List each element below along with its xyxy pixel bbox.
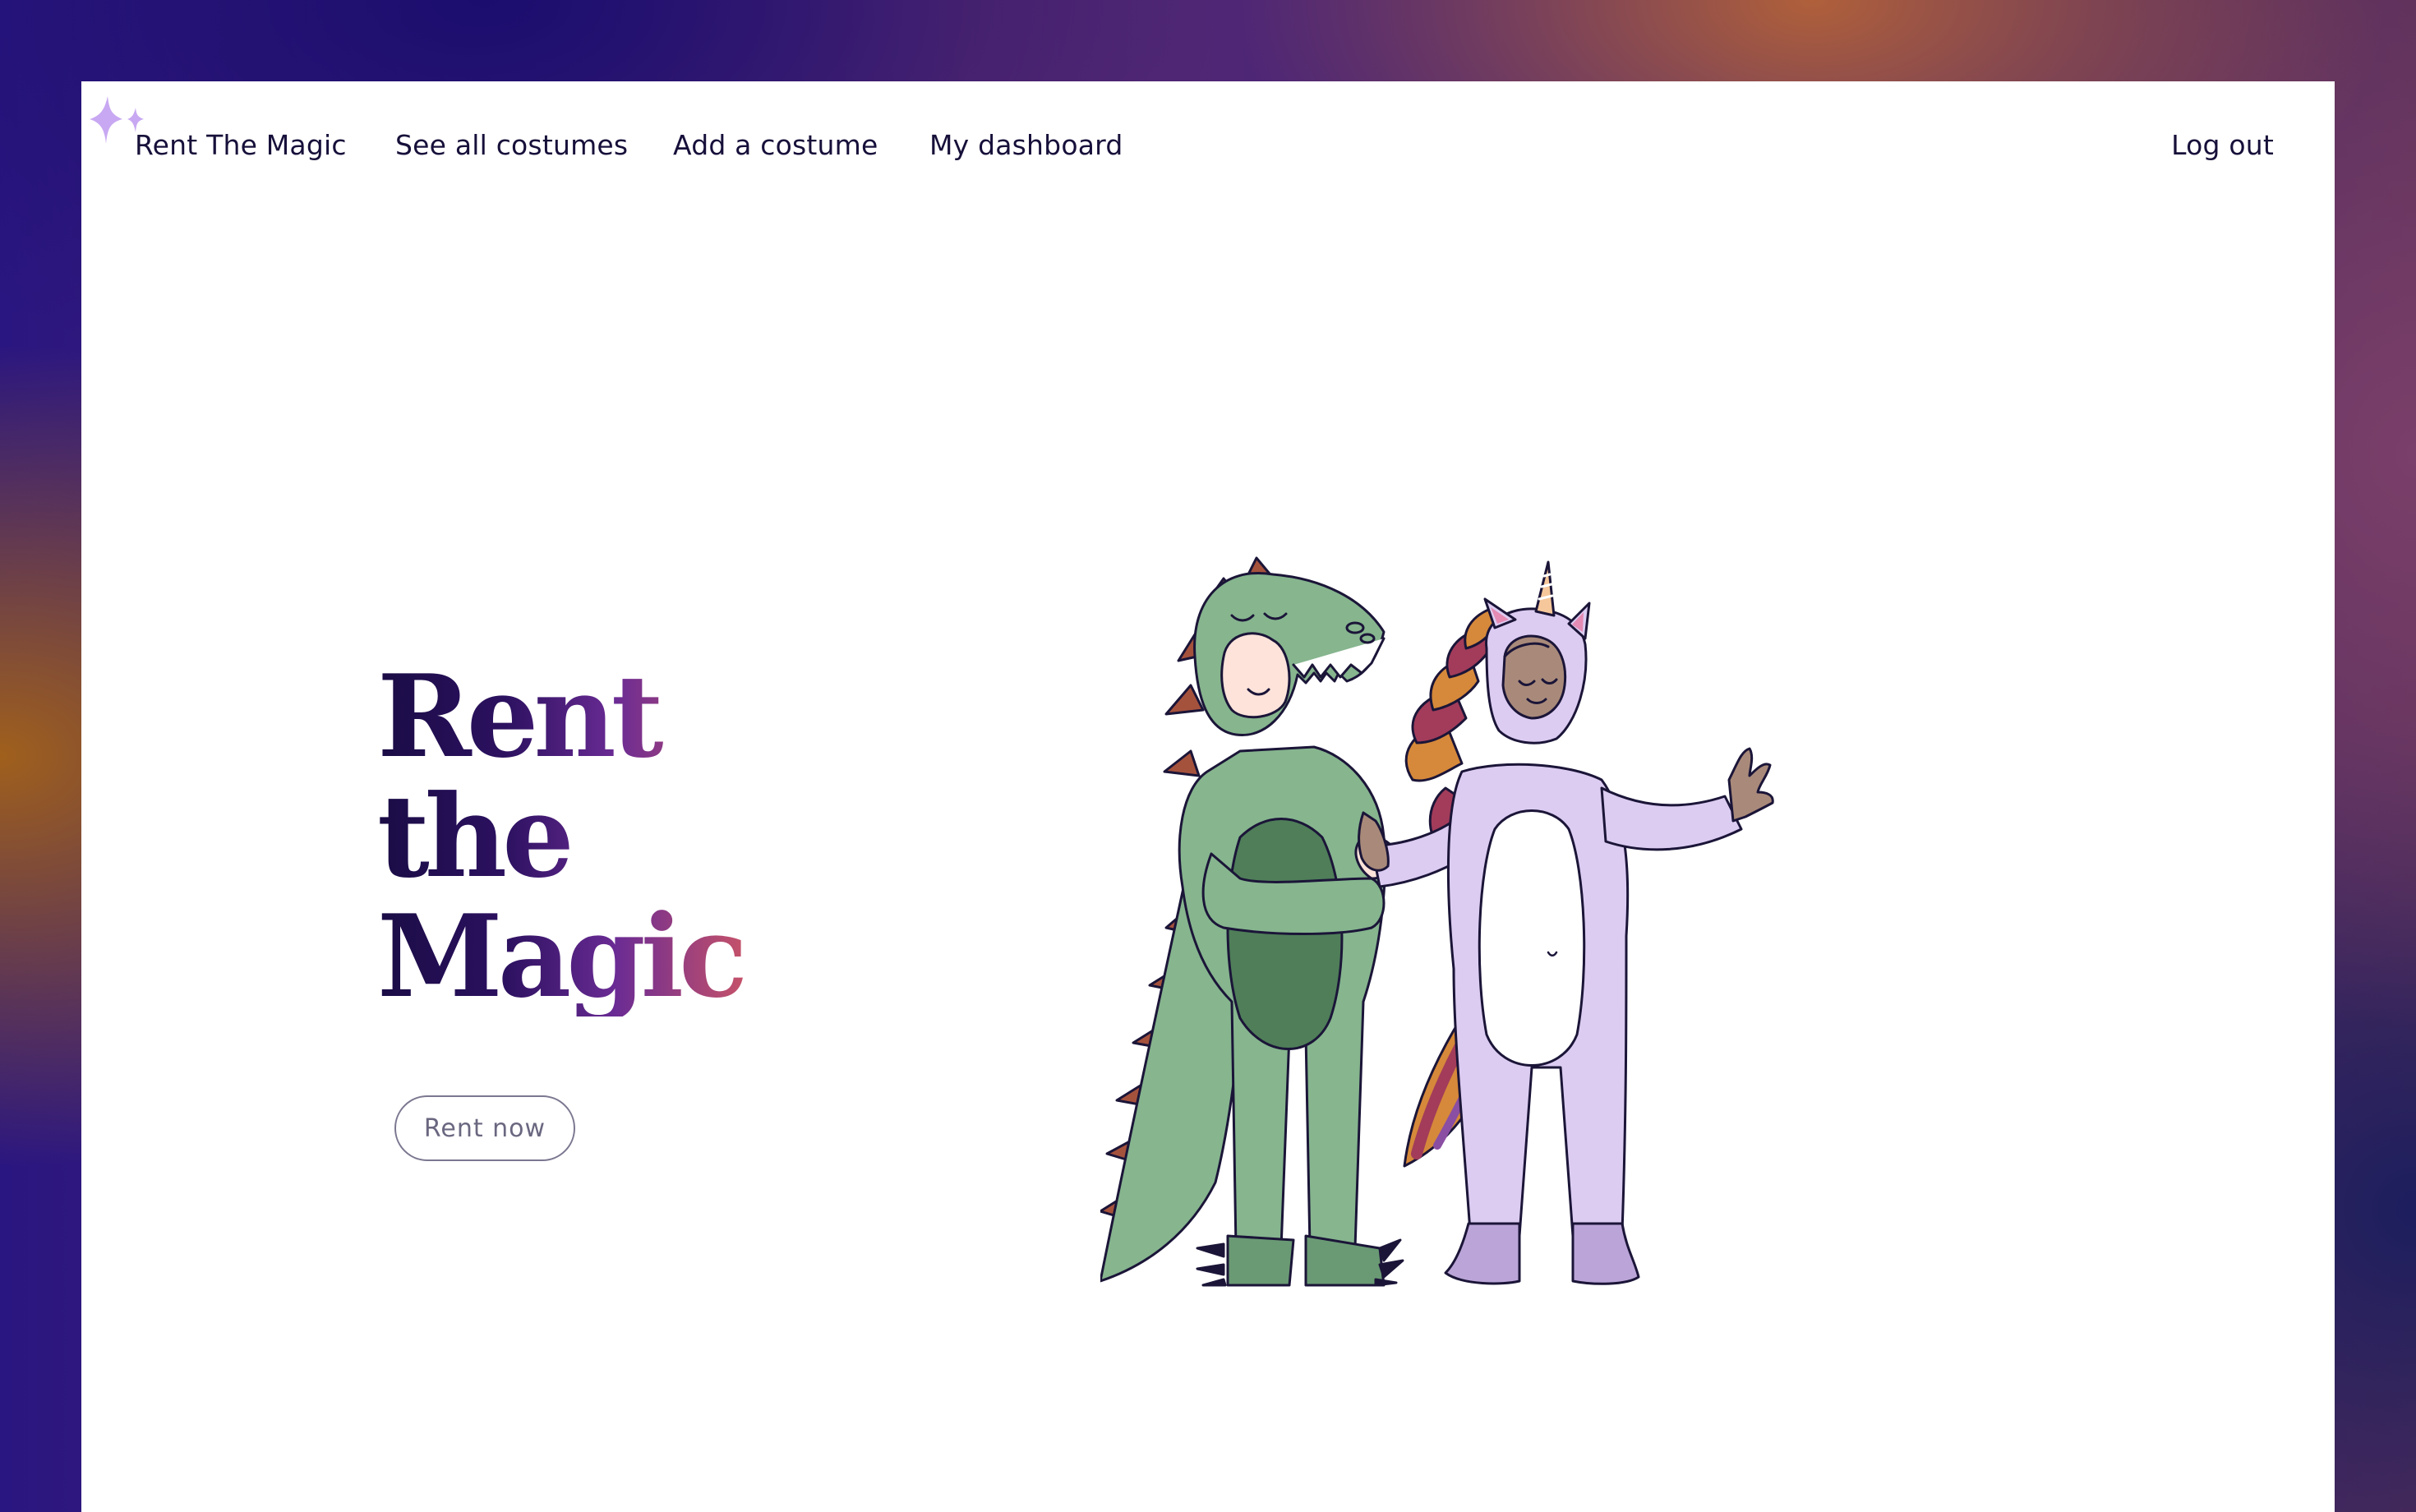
dinosaur-costume-figure (1100, 556, 1404, 1287)
hero-title-line: Rent (377, 649, 659, 783)
rent-now-button[interactable]: Rent now (394, 1095, 575, 1161)
nav-link-add-costume[interactable]: Add a costume (673, 129, 878, 161)
nav-link-my-dashboard[interactable]: My dashboard (929, 129, 1123, 161)
hero-title-line: the (377, 769, 569, 903)
hero-title-line: Magic (377, 889, 744, 1023)
nav-link-see-all-costumes[interactable]: See all costumes (395, 129, 628, 161)
logout-link[interactable]: Log out (2171, 129, 2274, 161)
top-nav: Rent The Magic See all costumes Add a co… (81, 81, 2335, 213)
unicorn-costume-figure (1358, 560, 1774, 1285)
browser-window: Rent The Magic See all costumes Add a co… (81, 81, 2335, 1512)
costume-illustration (1100, 556, 1774, 1287)
brand-link[interactable]: Rent The Magic (135, 129, 347, 161)
hero-title: Rent the Magic (377, 657, 743, 1016)
